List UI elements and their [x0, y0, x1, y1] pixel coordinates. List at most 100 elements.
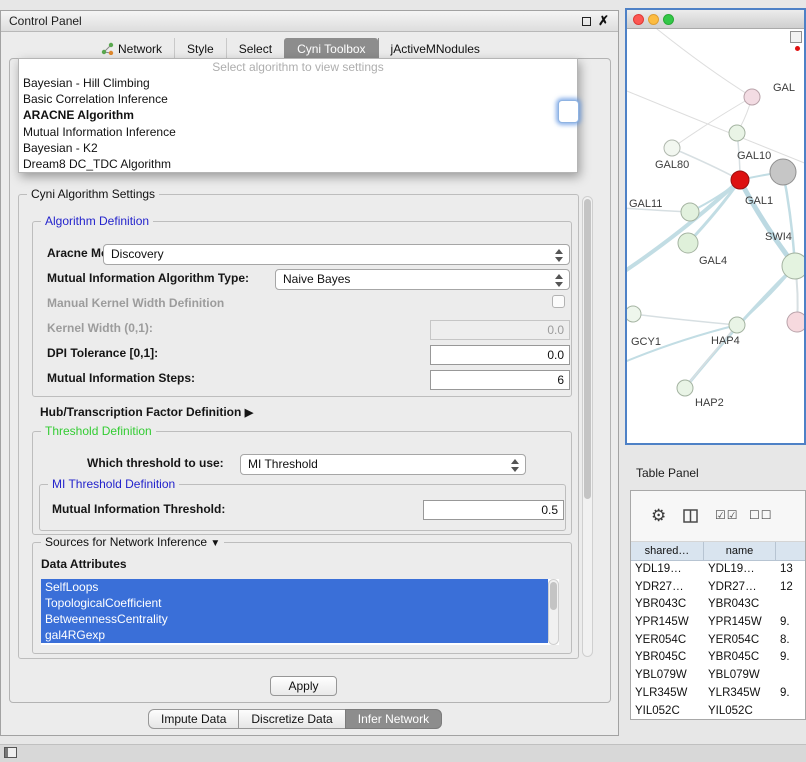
table-row[interactable]: YIL052CYIL052C [631, 703, 805, 721]
manual-kernel-checkbox[interactable] [552, 295, 565, 308]
overview-corner-box[interactable] [790, 31, 802, 43]
graph-node[interactable] [744, 89, 760, 105]
network-window-titlebar[interactable] [627, 10, 804, 29]
focused-spinner-fragment[interactable] [558, 100, 579, 123]
graph-edge[interactable] [633, 314, 737, 325]
table-cell[interactable]: YBL079W [631, 667, 704, 685]
dropdown-item[interactable]: Mutual Information Inference [19, 124, 577, 140]
table-row[interactable]: YBL079WYBL079W [631, 667, 805, 685]
control-panel-titlebar[interactable]: Control Panel ✗ [1, 11, 618, 32]
table-cell[interactable]: 8. [776, 632, 805, 650]
column-header-shared-name[interactable]: shared… [631, 542, 704, 560]
zoom-traffic-light[interactable] [663, 14, 674, 25]
table-cell[interactable] [776, 596, 805, 614]
dropdown-item[interactable]: Bayesian - K2 [19, 140, 577, 156]
table-row[interactable]: YER054CYER054C8. [631, 632, 805, 650]
table-cell[interactable]: YPR145W [704, 614, 776, 632]
table-cell[interactable]: YBR045C [631, 649, 704, 667]
select-all-checkboxes-icon[interactable]: ☑☑ [715, 508, 739, 522]
dropdown-item-selected[interactable]: ARACNE Algorithm [19, 107, 577, 123]
table-cell[interactable]: YER054C [704, 632, 776, 650]
docked-panel-icon[interactable] [4, 747, 17, 758]
table-cell[interactable]: YER054C [631, 632, 704, 650]
table-cell[interactable]: YLR345W [631, 685, 704, 703]
minimize-traffic-light[interactable] [648, 14, 659, 25]
tab-impute-data[interactable]: Impute Data [148, 709, 239, 729]
network-canvas-svg[interactable]: GALGAL80GAL10GAL11GAL1SWI4GAL4GCY1HAP4HA… [627, 29, 804, 443]
table-row[interactable]: YDR27…YDR27…12 [631, 579, 805, 597]
collapse-arrow-icon[interactable]: ▼ [210, 538, 220, 549]
table-cell[interactable]: YBL079W [704, 667, 776, 685]
table-cell[interactable]: YIL052C [631, 703, 704, 721]
graph-node[interactable] [729, 125, 745, 141]
table-row[interactable]: YBR043CYBR043C [631, 596, 805, 614]
tab-discretize-data[interactable]: Discretize Data [238, 709, 345, 729]
table-cell[interactable]: YBR043C [631, 596, 704, 614]
graph-edge[interactable] [627, 89, 804, 164]
tab-network[interactable]: Network [89, 38, 174, 59]
gear-icon[interactable]: ⚙ [651, 506, 666, 526]
dropdown-item[interactable]: Bayesian - Hill Climbing [19, 75, 577, 91]
table-cell[interactable]: YDR27… [631, 579, 704, 597]
attribute-item[interactable]: TopologicalCoefficient [41, 595, 548, 611]
table-cell[interactable]: YDR27… [704, 579, 776, 597]
column-header-name[interactable]: name [704, 542, 776, 560]
graph-node[interactable] [731, 171, 749, 189]
apply-button[interactable]: Apply [270, 676, 337, 696]
attribute-item[interactable]: gal4RGexp [41, 627, 548, 643]
float-window-icon[interactable] [582, 17, 591, 26]
table-cell[interactable]: YDL19… [704, 561, 776, 579]
graph-node[interactable] [678, 233, 698, 253]
tab-select[interactable]: Select [226, 38, 284, 59]
graph-node[interactable] [782, 253, 804, 279]
which-threshold-select[interactable]: MI Threshold [240, 454, 526, 475]
graph-node[interactable] [729, 317, 745, 333]
tab-style[interactable]: Style [174, 38, 226, 59]
graph-node[interactable] [787, 312, 804, 332]
table-row[interactable]: YBR045CYBR045C9. [631, 649, 805, 667]
table-cell[interactable]: YBR043C [704, 596, 776, 614]
table-cell[interactable]: 9. [776, 614, 805, 632]
table-cell[interactable]: YLR345W [704, 685, 776, 703]
dpi-tolerance-input[interactable]: 0.0 [430, 345, 570, 365]
tab-jactivemnodules[interactable]: jActiveMNodules [378, 38, 492, 59]
close-traffic-light[interactable] [633, 14, 644, 25]
table-cell[interactable]: YPR145W [631, 614, 704, 632]
columns-icon[interactable] [683, 509, 698, 523]
table-row[interactable]: YLR345WYLR345W9. [631, 685, 805, 703]
mi-steps-input[interactable]: 6 [430, 370, 570, 390]
mi-algo-type-select[interactable]: Naive Bayes [275, 269, 570, 290]
attribute-item[interactable]: SelfLoops [41, 579, 548, 595]
table-cell[interactable]: 9. [776, 685, 805, 703]
tab-infer-network[interactable]: Infer Network [345, 709, 442, 729]
deselect-all-checkboxes-icon[interactable]: ☐☐ [749, 508, 773, 522]
graph-node[interactable] [627, 306, 641, 322]
expand-arrow-icon[interactable]: ▶ [245, 407, 253, 419]
graph-edge[interactable] [657, 29, 752, 97]
table-cell[interactable]: YDL19… [631, 561, 704, 579]
settings-scrollbar[interactable] [582, 196, 593, 657]
table-cell[interactable] [776, 667, 805, 685]
attribute-list-scrollbar[interactable] [548, 579, 559, 645]
dropdown-item[interactable]: Dream8 DC_TDC Algorithm [19, 156, 577, 172]
data-attributes-list[interactable]: SelfLoops TopologicalCoefficient Between… [41, 579, 559, 645]
table-cell[interactable]: 12 [776, 579, 805, 597]
hub-section-header[interactable]: Hub/Transcription Factor Definition ▶ [40, 405, 253, 419]
close-icon[interactable]: ✗ [598, 13, 609, 29]
table-cell[interactable]: YBR045C [704, 649, 776, 667]
table-row[interactable]: YDL19…YDL19…13 [631, 561, 805, 579]
graph-node[interactable] [677, 380, 693, 396]
aracne-mode-select[interactable]: Discovery [103, 244, 570, 265]
network-canvas[interactable]: GALGAL80GAL10GAL11GAL1SWI4GAL4GCY1HAP4HA… [627, 29, 804, 443]
graph-node[interactable] [681, 203, 699, 221]
tab-cyni-toolbox[interactable]: Cyni Toolbox [284, 38, 377, 59]
mi-threshold-input[interactable]: 0.5 [423, 500, 564, 520]
network-view-window[interactable]: GALGAL80GAL10GAL11GAL1SWI4GAL4GCY1HAP4HA… [625, 8, 806, 445]
attribute-item[interactable]: BetweennessCentrality [41, 611, 548, 627]
graph-node[interactable] [770, 159, 796, 185]
table-cell[interactable] [776, 703, 805, 721]
dropdown-item[interactable]: Basic Correlation Inference [19, 91, 577, 107]
column-header-partial[interactable] [776, 542, 805, 560]
table-cell[interactable]: YIL052C [704, 703, 776, 721]
table-row[interactable]: YPR145WYPR145W9. [631, 614, 805, 632]
